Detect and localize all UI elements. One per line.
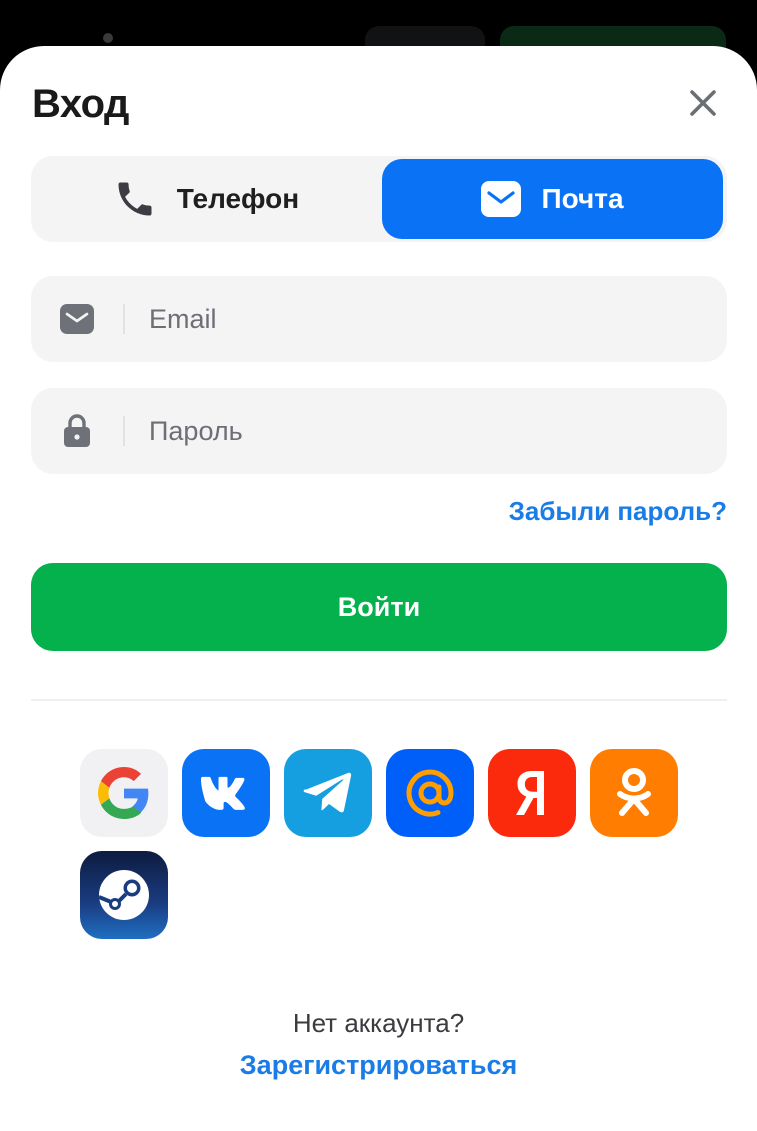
telegram-icon	[303, 772, 352, 813]
page-title: Вход	[32, 82, 129, 126]
login-sheet: Вход Телефон Почта Email Забыли пароль? …	[0, 46, 757, 1131]
tab-phone-label: Телефон	[176, 183, 300, 214]
vk-login-button[interactable]	[182, 749, 270, 837]
steam-icon	[98, 870, 149, 920]
lock-icon	[64, 414, 90, 447]
close-button[interactable]	[682, 82, 724, 124]
login-method-tabs: Телефон Почта	[31, 156, 727, 242]
login-button[interactable]: Войти	[31, 563, 727, 651]
google-icon	[98, 767, 149, 819]
vk-icon	[201, 776, 245, 810]
forgot-password-link[interactable]: Забыли пароль?	[509, 496, 727, 527]
google-login-button[interactable]	[80, 749, 168, 837]
field-icon-wrap	[31, 388, 123, 474]
tab-mail-label: Почта	[541, 183, 624, 214]
mail-ru-login-button[interactable]	[386, 749, 474, 837]
mail-icon	[60, 304, 94, 334]
password-field-container	[31, 388, 727, 474]
steam-login-button[interactable]	[80, 851, 168, 939]
tab-mail[interactable]: Почта	[382, 159, 723, 239]
mail-icon	[481, 181, 522, 217]
ok-icon	[617, 768, 651, 816]
email-input[interactable]	[125, 276, 727, 362]
at-icon	[406, 769, 454, 817]
no-account-text: Нет аккаунта?	[292, 1008, 465, 1038]
yandex-icon	[516, 771, 544, 815]
background-dot	[103, 33, 113, 43]
phone-icon	[118, 182, 152, 216]
field-icon-wrap	[31, 276, 123, 362]
close-icon	[690, 90, 716, 116]
email-field-container	[31, 276, 727, 362]
divider	[31, 699, 727, 701]
tab-phone[interactable]: Телефон	[33, 159, 379, 239]
telegram-login-button[interactable]	[284, 749, 372, 837]
register-link[interactable]: Зарегистрироваться	[0, 1050, 757, 1081]
odnoklassniki-login-button[interactable]	[590, 749, 678, 837]
password-input[interactable]	[125, 388, 727, 474]
yandex-login-button[interactable]	[488, 749, 576, 837]
